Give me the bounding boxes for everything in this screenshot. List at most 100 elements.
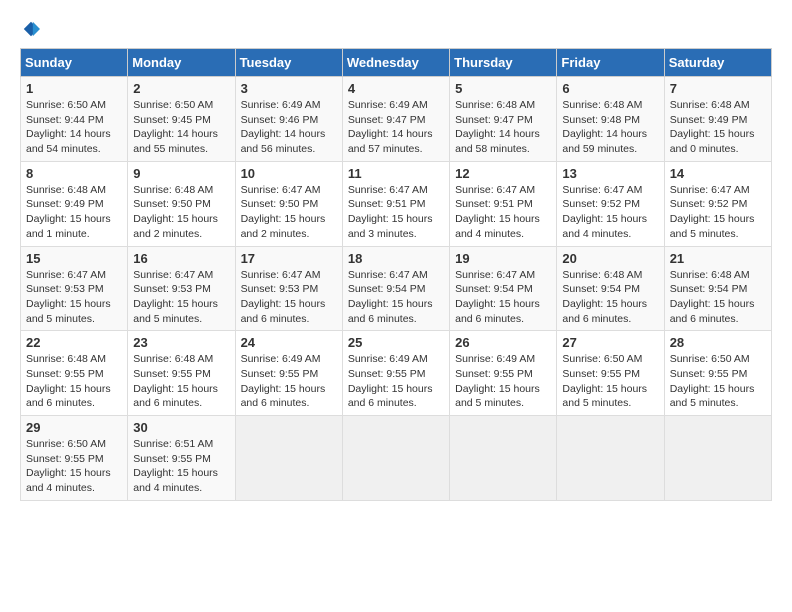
day-detail: Sunrise: 6:48 AMSunset: 9:49 PMDaylight:…	[670, 98, 766, 157]
day-number: 21	[670, 251, 766, 266]
day-detail: Sunrise: 6:49 AMSunset: 9:55 PMDaylight:…	[241, 352, 337, 411]
day-number: 19	[455, 251, 551, 266]
day-number: 18	[348, 251, 444, 266]
day-detail: Sunrise: 6:47 AMSunset: 9:54 PMDaylight:…	[455, 268, 551, 327]
day-number: 8	[26, 166, 122, 181]
day-detail: Sunrise: 6:50 AMSunset: 9:55 PMDaylight:…	[562, 352, 658, 411]
day-header: Monday	[128, 49, 235, 77]
day-header: Sunday	[21, 49, 128, 77]
day-number: 24	[241, 335, 337, 350]
day-header: Thursday	[450, 49, 557, 77]
calendar-cell: 15 Sunrise: 6:47 AMSunset: 9:53 PMDayligh…	[21, 246, 128, 331]
calendar-cell	[342, 416, 449, 501]
calendar-cell: 7 Sunrise: 6:48 AMSunset: 9:49 PMDaylight…	[664, 77, 771, 162]
day-number: 9	[133, 166, 229, 181]
day-number: 2	[133, 81, 229, 96]
day-detail: Sunrise: 6:47 AMSunset: 9:53 PMDaylight:…	[133, 268, 229, 327]
calendar-cell: 21 Sunrise: 6:48 AMSunset: 9:54 PMDayligh…	[664, 246, 771, 331]
logo-icon	[22, 20, 40, 38]
day-detail: Sunrise: 6:50 AMSunset: 9:44 PMDaylight:…	[26, 98, 122, 157]
day-detail: Sunrise: 6:47 AMSunset: 9:53 PMDaylight:…	[26, 268, 122, 327]
calendar-week-row: 1Sunrise: 6:50 AMSunset: 9:44 PMDaylight…	[21, 77, 772, 162]
calendar-week-row: 15 Sunrise: 6:47 AMSunset: 9:53 PMDayligh…	[21, 246, 772, 331]
calendar-table: SundayMondayTuesdayWednesdayThursdayFrid…	[20, 48, 772, 501]
day-number: 28	[670, 335, 766, 350]
day-detail: Sunrise: 6:47 AMSunset: 9:51 PMDaylight:…	[455, 183, 551, 242]
day-detail: Sunrise: 6:48 AMSunset: 9:55 PMDaylight:…	[133, 352, 229, 411]
day-header: Friday	[557, 49, 664, 77]
calendar-header-row: SundayMondayTuesdayWednesdayThursdayFrid…	[21, 49, 772, 77]
calendar-cell: 9 Sunrise: 6:48 AMSunset: 9:50 PMDaylight…	[128, 161, 235, 246]
calendar-cell: 3 Sunrise: 6:49 AMSunset: 9:46 PMDaylight…	[235, 77, 342, 162]
day-header: Wednesday	[342, 49, 449, 77]
day-detail: Sunrise: 6:51 AMSunset: 9:55 PMDaylight:…	[133, 437, 229, 496]
day-detail: Sunrise: 6:49 AMSunset: 9:47 PMDaylight:…	[348, 98, 444, 157]
day-number: 16	[133, 251, 229, 266]
day-number: 29	[26, 420, 122, 435]
day-number: 12	[455, 166, 551, 181]
calendar-cell: 11 Sunrise: 6:47 AMSunset: 9:51 PMDayligh…	[342, 161, 449, 246]
day-detail: Sunrise: 6:47 AMSunset: 9:52 PMDaylight:…	[562, 183, 658, 242]
calendar-cell: 14 Sunrise: 6:47 AMSunset: 9:52 PMDayligh…	[664, 161, 771, 246]
calendar-cell: 12 Sunrise: 6:47 AMSunset: 9:51 PMDayligh…	[450, 161, 557, 246]
day-detail: Sunrise: 6:48 AMSunset: 9:50 PMDaylight:…	[133, 183, 229, 242]
calendar-cell	[557, 416, 664, 501]
calendar-cell: 28Sunrise: 6:50 AMSunset: 9:55 PMDayligh…	[664, 331, 771, 416]
day-number: 22	[26, 335, 122, 350]
calendar-cell: 26 Sunrise: 6:49 AMSunset: 9:55 PMDayligh…	[450, 331, 557, 416]
day-detail: Sunrise: 6:50 AMSunset: 9:55 PMDaylight:…	[26, 437, 122, 496]
day-detail: Sunrise: 6:48 AMSunset: 9:54 PMDaylight:…	[562, 268, 658, 327]
day-number: 14	[670, 166, 766, 181]
day-header: Saturday	[664, 49, 771, 77]
day-number: 23	[133, 335, 229, 350]
calendar-cell: 1Sunrise: 6:50 AMSunset: 9:44 PMDaylight…	[21, 77, 128, 162]
calendar-cell: 22 Sunrise: 6:48 AMSunset: 9:55 PMDayligh…	[21, 331, 128, 416]
day-number: 11	[348, 166, 444, 181]
day-header: Tuesday	[235, 49, 342, 77]
day-detail: Sunrise: 6:49 AMSunset: 9:55 PMDaylight:…	[455, 352, 551, 411]
day-number: 13	[562, 166, 658, 181]
calendar-week-row: 8Sunrise: 6:48 AMSunset: 9:49 PMDaylight…	[21, 161, 772, 246]
day-detail: Sunrise: 6:47 AMSunset: 9:52 PMDaylight:…	[670, 183, 766, 242]
day-detail: Sunrise: 6:49 AMSunset: 9:55 PMDaylight:…	[348, 352, 444, 411]
day-number: 27	[562, 335, 658, 350]
calendar-week-row: 29 Sunrise: 6:50 AMSunset: 9:55 PMDayligh…	[21, 416, 772, 501]
day-number: 17	[241, 251, 337, 266]
calendar-cell: 16 Sunrise: 6:47 AMSunset: 9:53 PMDayligh…	[128, 246, 235, 331]
day-number: 4	[348, 81, 444, 96]
day-detail: Sunrise: 6:48 AMSunset: 9:47 PMDaylight:…	[455, 98, 551, 157]
day-detail: Sunrise: 6:48 AMSunset: 9:54 PMDaylight:…	[670, 268, 766, 327]
day-number: 10	[241, 166, 337, 181]
calendar-cell: 25 Sunrise: 6:49 AMSunset: 9:55 PMDayligh…	[342, 331, 449, 416]
calendar-cell: 6 Sunrise: 6:48 AMSunset: 9:48 PMDaylight…	[557, 77, 664, 162]
day-number: 15	[26, 251, 122, 266]
calendar-cell: 27 Sunrise: 6:50 AMSunset: 9:55 PMDayligh…	[557, 331, 664, 416]
calendar-cell: 8Sunrise: 6:48 AMSunset: 9:49 PMDaylight…	[21, 161, 128, 246]
calendar-cell: 4 Sunrise: 6:49 AMSunset: 9:47 PMDaylight…	[342, 77, 449, 162]
calendar-cell	[235, 416, 342, 501]
day-detail: Sunrise: 6:48 AMSunset: 9:55 PMDaylight:…	[26, 352, 122, 411]
calendar-cell: 24 Sunrise: 6:49 AMSunset: 9:55 PMDayligh…	[235, 331, 342, 416]
calendar-cell	[450, 416, 557, 501]
day-number: 7	[670, 81, 766, 96]
day-number: 25	[348, 335, 444, 350]
calendar-cell: 17 Sunrise: 6:47 AMSunset: 9:53 PMDayligh…	[235, 246, 342, 331]
calendar-cell: 5 Sunrise: 6:48 AMSunset: 9:47 PMDaylight…	[450, 77, 557, 162]
calendar-cell: 13 Sunrise: 6:47 AMSunset: 9:52 PMDayligh…	[557, 161, 664, 246]
day-number: 6	[562, 81, 658, 96]
calendar-cell: 20Sunrise: 6:48 AMSunset: 9:54 PMDayligh…	[557, 246, 664, 331]
day-number: 3	[241, 81, 337, 96]
day-detail: Sunrise: 6:47 AMSunset: 9:53 PMDaylight:…	[241, 268, 337, 327]
calendar-cell: 23 Sunrise: 6:48 AMSunset: 9:55 PMDayligh…	[128, 331, 235, 416]
day-detail: Sunrise: 6:48 AMSunset: 9:48 PMDaylight:…	[562, 98, 658, 157]
calendar-cell: 29 Sunrise: 6:50 AMSunset: 9:55 PMDayligh…	[21, 416, 128, 501]
day-detail: Sunrise: 6:50 AMSunset: 9:45 PMDaylight:…	[133, 98, 229, 157]
day-number: 26	[455, 335, 551, 350]
calendar-body: 1Sunrise: 6:50 AMSunset: 9:44 PMDaylight…	[21, 77, 772, 501]
day-detail: Sunrise: 6:49 AMSunset: 9:46 PMDaylight:…	[241, 98, 337, 157]
calendar-cell: 2 Sunrise: 6:50 AMSunset: 9:45 PMDaylight…	[128, 77, 235, 162]
day-detail: Sunrise: 6:47 AMSunset: 9:50 PMDaylight:…	[241, 183, 337, 242]
day-number: 5	[455, 81, 551, 96]
day-detail: Sunrise: 6:47 AMSunset: 9:51 PMDaylight:…	[348, 183, 444, 242]
calendar-cell: 18Sunrise: 6:47 AMSunset: 9:54 PMDayligh…	[342, 246, 449, 331]
